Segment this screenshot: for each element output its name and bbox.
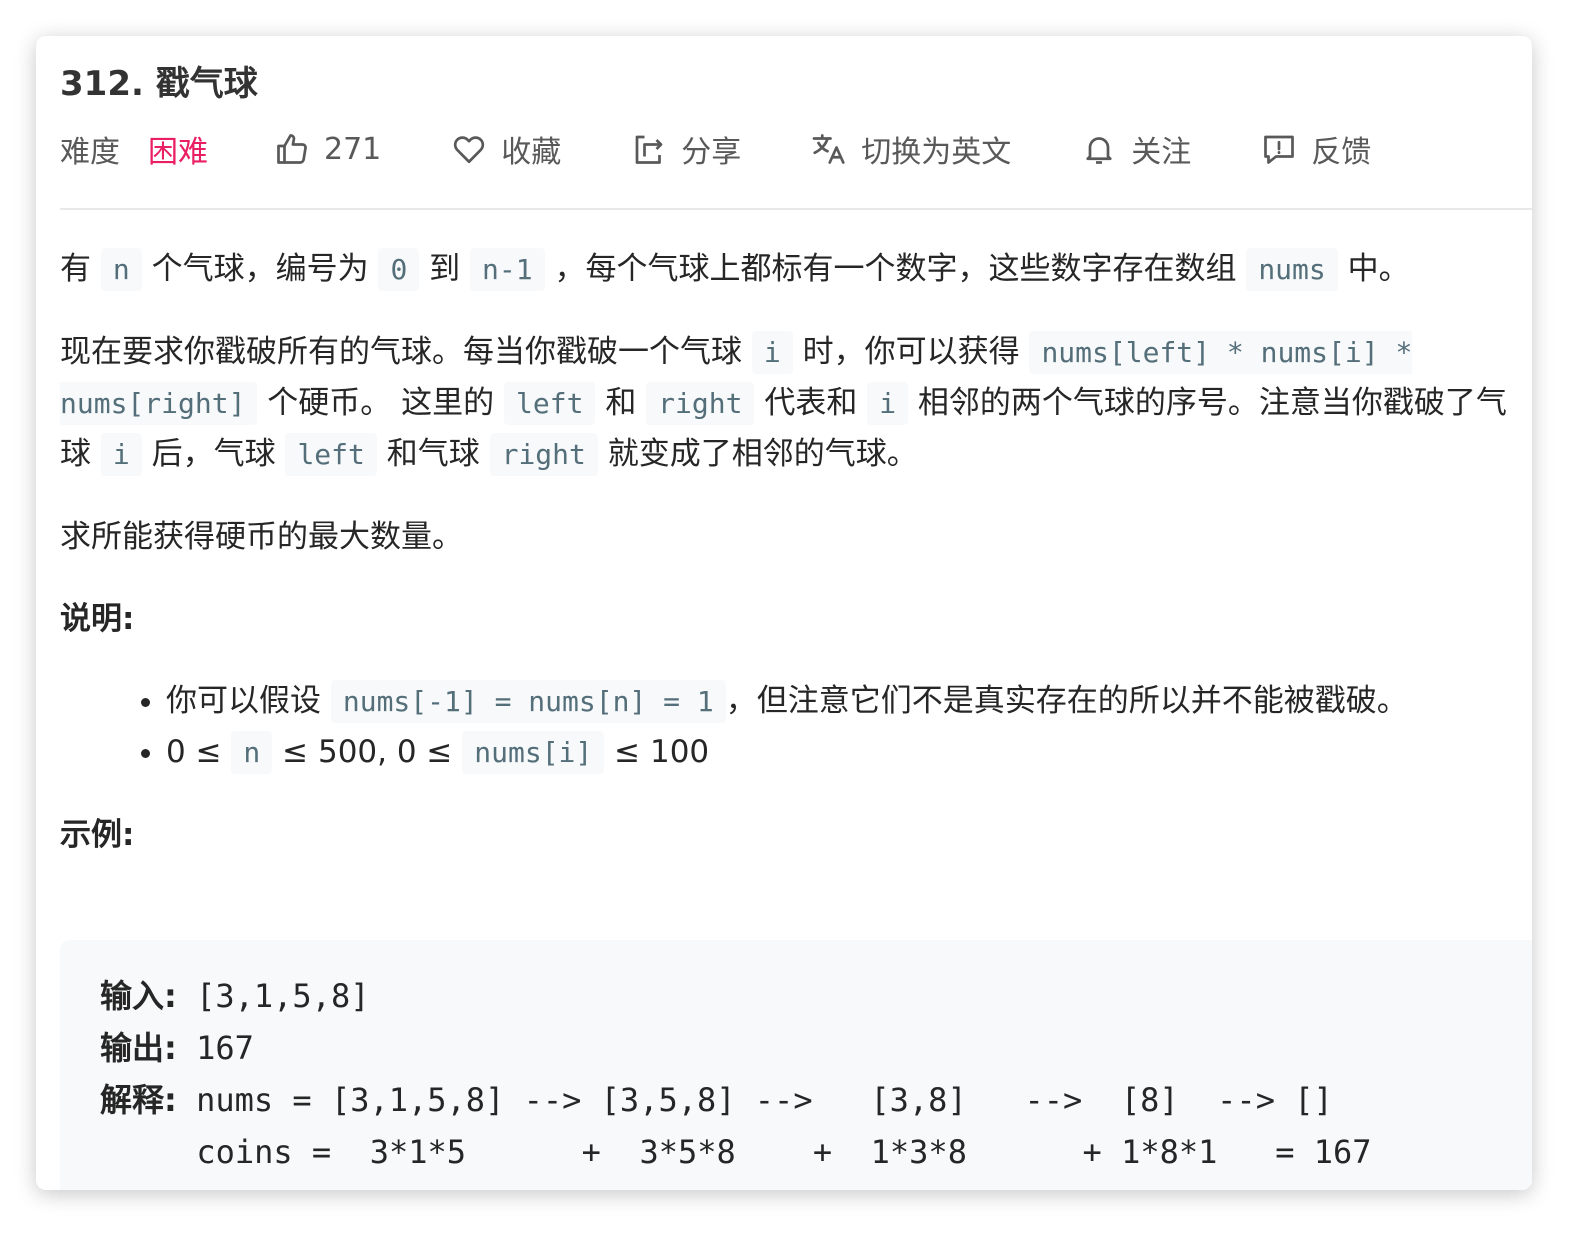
problem-description: 有 n 个气球，编号为 0 到 n-1 ，每个气球上都标有一个数字，这些数字存在… [60, 244, 1530, 892]
translate-icon [812, 134, 845, 164]
inline-code: left [504, 382, 596, 425]
favorite-button[interactable]: 收藏 [451, 127, 561, 171]
inline-code: left [285, 433, 377, 476]
notes-list: 你可以假设 nums[-1] = nums[n] = 1，但注意它们不是真实存在… [60, 676, 1530, 778]
example-output-value: 167 [176, 1029, 254, 1067]
inline-code: right [646, 382, 755, 425]
bell-icon [1086, 137, 1112, 164]
inline-code: n-1 [470, 248, 545, 291]
share-icon [635, 135, 663, 164]
example-output-label: 输出: [100, 1029, 177, 1067]
switch-language-button[interactable]: 切换为英文 [811, 127, 1011, 171]
description-paragraph-3: 求所能获得硬币的最大数量。 [60, 519, 463, 555]
follow-button[interactable]: 关注 [1081, 127, 1191, 171]
inline-code: i [100, 433, 142, 476]
example-input-value: [3,1,5,8] [176, 977, 370, 1015]
example-coins-line: coins = 3*1*5 + 3*5*8 + 1*3*8 + 1*8*1 = … [100, 1133, 1372, 1171]
problem-toolbar: 难度 困难 271 收藏 分享 切换为英文 关注 反馈 [60, 124, 1371, 174]
note-item: 0 ≤ n ≤ 500, 0 ≤ nums[i] ≤ 100 [166, 727, 1530, 778]
inline-code: nums [1246, 248, 1338, 291]
switch-language-label: 切换为英文 [861, 135, 1012, 170]
problem-card: 312. 戳气球 难度 困难 271 收藏 分享 切换为英文 关注 反馈 有 n… [36, 36, 1532, 1190]
inline-code: nums[i] [462, 731, 605, 774]
feedback-icon [1264, 135, 1295, 164]
inline-code: n [100, 248, 142, 291]
description-paragraph-2: 现在要求你戳破所有的气球。每当你戳破一个气球 i 时，你可以获得 nums[le… [60, 327, 1530, 480]
inline-code: nums[-1] = nums[n] = 1 [330, 680, 726, 723]
difficulty-badge: 困难 [148, 135, 208, 170]
difficulty-label: 难度 [60, 135, 120, 170]
inline-code: 0 [378, 248, 420, 291]
example-input-line: 输入: [3,1,5,8] [100, 970, 1532, 1022]
inline-code: n [231, 731, 273, 774]
inline-code: i [867, 382, 909, 425]
example-explain-line: 解释: nums = [3,1,5,8] --> [3,5,8] --> [3,… [100, 1074, 1532, 1126]
share-label: 分享 [681, 135, 742, 170]
feedback-button[interactable]: 反馈 [1261, 127, 1371, 171]
toolbar-divider [60, 208, 1532, 210]
note-item: 你可以假设 nums[-1] = nums[n] = 1，但注意它们不是真实存在… [166, 676, 1530, 727]
share-button[interactable]: 分享 [631, 127, 741, 171]
feedback-label: 反馈 [1311, 135, 1372, 170]
example-code-block: 输入: [3,1,5,8] 输出: 167 解释: nums = [3,1,5,8]… [60, 940, 1532, 1190]
favorite-label: 收藏 [501, 135, 562, 170]
thumbs-up-icon [277, 134, 307, 164]
description-paragraph-1: 有 n 个气球，编号为 0 到 n-1 ，每个气球上都标有一个数字，这些数字存在… [60, 244, 1530, 295]
inline-code: i [751, 331, 793, 374]
example-explain-label: 解释: [100, 1081, 177, 1119]
heart-icon [454, 136, 485, 164]
like-button[interactable]: 271 [274, 131, 381, 167]
example-input-label: 输入: [100, 977, 177, 1015]
problem-title: 312. 戳气球 [60, 64, 258, 104]
example-explain-value: nums = [3,1,5,8] --> [3,5,8] --> [3,8] -… [176, 1081, 1333, 1119]
example-heading: 示例: [60, 817, 135, 853]
example-output-line: 输出: 167 [100, 1022, 1532, 1074]
notes-heading: 说明: [60, 601, 135, 637]
inline-code: right [489, 433, 598, 476]
like-count: 271 [324, 131, 382, 167]
follow-label: 关注 [1131, 135, 1192, 170]
